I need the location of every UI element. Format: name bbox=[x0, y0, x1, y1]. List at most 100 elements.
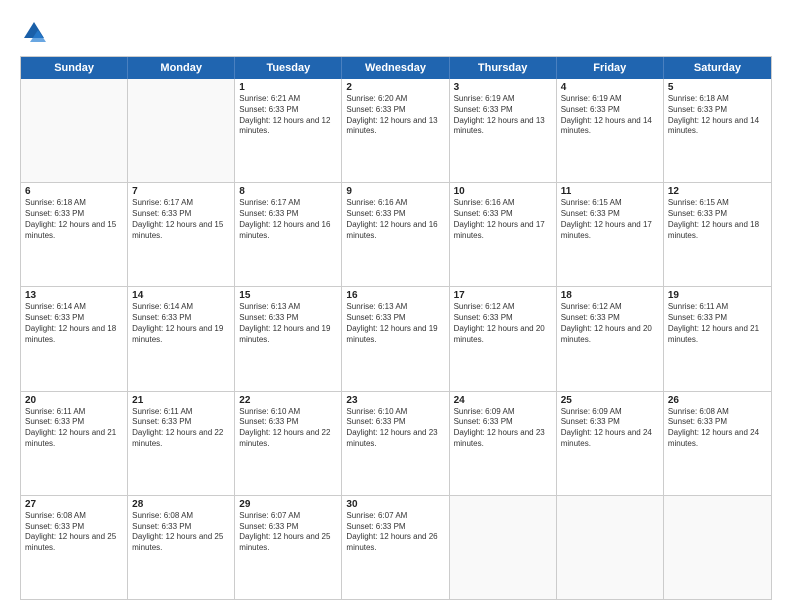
day-info: Sunrise: 6:11 AMSunset: 6:33 PMDaylight:… bbox=[668, 302, 767, 345]
calendar-cell: 8Sunrise: 6:17 AMSunset: 6:33 PMDaylight… bbox=[235, 183, 342, 286]
calendar-cell: 20Sunrise: 6:11 AMSunset: 6:33 PMDayligh… bbox=[21, 392, 128, 495]
day-number: 29 bbox=[239, 499, 337, 510]
day-info: Sunrise: 6:14 AMSunset: 6:33 PMDaylight:… bbox=[25, 302, 123, 345]
day-info: Sunrise: 6:11 AMSunset: 6:33 PMDaylight:… bbox=[25, 407, 123, 450]
calendar-cell: 21Sunrise: 6:11 AMSunset: 6:33 PMDayligh… bbox=[128, 392, 235, 495]
calendar-cell bbox=[21, 79, 128, 182]
day-number: 27 bbox=[25, 499, 123, 510]
calendar-cell: 3Sunrise: 6:19 AMSunset: 6:33 PMDaylight… bbox=[450, 79, 557, 182]
day-info: Sunrise: 6:07 AMSunset: 6:33 PMDaylight:… bbox=[239, 511, 337, 554]
calendar-cell: 24Sunrise: 6:09 AMSunset: 6:33 PMDayligh… bbox=[450, 392, 557, 495]
day-number: 19 bbox=[668, 290, 767, 301]
day-number: 30 bbox=[346, 499, 444, 510]
day-number: 10 bbox=[454, 186, 552, 197]
day-number: 11 bbox=[561, 186, 659, 197]
calendar-week-3: 13Sunrise: 6:14 AMSunset: 6:33 PMDayligh… bbox=[21, 287, 771, 391]
calendar-cell: 14Sunrise: 6:14 AMSunset: 6:33 PMDayligh… bbox=[128, 287, 235, 390]
day-info: Sunrise: 6:08 AMSunset: 6:33 PMDaylight:… bbox=[25, 511, 123, 554]
day-number: 14 bbox=[132, 290, 230, 301]
calendar-header-saturday: Saturday bbox=[664, 57, 771, 79]
calendar-header-friday: Friday bbox=[557, 57, 664, 79]
day-number: 21 bbox=[132, 395, 230, 406]
day-info: Sunrise: 6:15 AMSunset: 6:33 PMDaylight:… bbox=[668, 198, 767, 241]
calendar-cell bbox=[664, 496, 771, 599]
day-number: 5 bbox=[668, 82, 767, 93]
day-number: 23 bbox=[346, 395, 444, 406]
day-info: Sunrise: 6:10 AMSunset: 6:33 PMDaylight:… bbox=[239, 407, 337, 450]
calendar-cell: 19Sunrise: 6:11 AMSunset: 6:33 PMDayligh… bbox=[664, 287, 771, 390]
day-info: Sunrise: 6:16 AMSunset: 6:33 PMDaylight:… bbox=[346, 198, 444, 241]
day-info: Sunrise: 6:18 AMSunset: 6:33 PMDaylight:… bbox=[668, 94, 767, 137]
day-number: 18 bbox=[561, 290, 659, 301]
calendar-cell: 4Sunrise: 6:19 AMSunset: 6:33 PMDaylight… bbox=[557, 79, 664, 182]
day-info: Sunrise: 6:09 AMSunset: 6:33 PMDaylight:… bbox=[561, 407, 659, 450]
day-number: 4 bbox=[561, 82, 659, 93]
calendar: SundayMondayTuesdayWednesdayThursdayFrid… bbox=[20, 56, 772, 600]
day-number: 1 bbox=[239, 82, 337, 93]
calendar-cell: 23Sunrise: 6:10 AMSunset: 6:33 PMDayligh… bbox=[342, 392, 449, 495]
day-number: 28 bbox=[132, 499, 230, 510]
day-info: Sunrise: 6:11 AMSunset: 6:33 PMDaylight:… bbox=[132, 407, 230, 450]
day-number: 9 bbox=[346, 186, 444, 197]
calendar-header-thursday: Thursday bbox=[450, 57, 557, 79]
day-info: Sunrise: 6:08 AMSunset: 6:33 PMDaylight:… bbox=[132, 511, 230, 554]
day-info: Sunrise: 6:21 AMSunset: 6:33 PMDaylight:… bbox=[239, 94, 337, 137]
day-number: 8 bbox=[239, 186, 337, 197]
calendar-cell: 9Sunrise: 6:16 AMSunset: 6:33 PMDaylight… bbox=[342, 183, 449, 286]
calendar-week-1: 1Sunrise: 6:21 AMSunset: 6:33 PMDaylight… bbox=[21, 79, 771, 183]
day-number: 20 bbox=[25, 395, 123, 406]
calendar-cell: 6Sunrise: 6:18 AMSunset: 6:33 PMDaylight… bbox=[21, 183, 128, 286]
day-info: Sunrise: 6:18 AMSunset: 6:33 PMDaylight:… bbox=[25, 198, 123, 241]
day-number: 3 bbox=[454, 82, 552, 93]
calendar-week-2: 6Sunrise: 6:18 AMSunset: 6:33 PMDaylight… bbox=[21, 183, 771, 287]
day-info: Sunrise: 6:17 AMSunset: 6:33 PMDaylight:… bbox=[239, 198, 337, 241]
calendar-cell: 27Sunrise: 6:08 AMSunset: 6:33 PMDayligh… bbox=[21, 496, 128, 599]
day-info: Sunrise: 6:13 AMSunset: 6:33 PMDaylight:… bbox=[239, 302, 337, 345]
day-info: Sunrise: 6:10 AMSunset: 6:33 PMDaylight:… bbox=[346, 407, 444, 450]
calendar-cell bbox=[128, 79, 235, 182]
day-number: 7 bbox=[132, 186, 230, 197]
calendar-cell: 1Sunrise: 6:21 AMSunset: 6:33 PMDaylight… bbox=[235, 79, 342, 182]
day-info: Sunrise: 6:09 AMSunset: 6:33 PMDaylight:… bbox=[454, 407, 552, 450]
calendar-cell: 22Sunrise: 6:10 AMSunset: 6:33 PMDayligh… bbox=[235, 392, 342, 495]
calendar-cell: 7Sunrise: 6:17 AMSunset: 6:33 PMDaylight… bbox=[128, 183, 235, 286]
calendar-cell: 12Sunrise: 6:15 AMSunset: 6:33 PMDayligh… bbox=[664, 183, 771, 286]
day-number: 12 bbox=[668, 186, 767, 197]
calendar-body: 1Sunrise: 6:21 AMSunset: 6:33 PMDaylight… bbox=[21, 79, 771, 599]
calendar-cell: 28Sunrise: 6:08 AMSunset: 6:33 PMDayligh… bbox=[128, 496, 235, 599]
day-number: 6 bbox=[25, 186, 123, 197]
day-number: 25 bbox=[561, 395, 659, 406]
calendar-header-sunday: Sunday bbox=[21, 57, 128, 79]
calendar-cell: 26Sunrise: 6:08 AMSunset: 6:33 PMDayligh… bbox=[664, 392, 771, 495]
day-info: Sunrise: 6:08 AMSunset: 6:33 PMDaylight:… bbox=[668, 407, 767, 450]
day-number: 24 bbox=[454, 395, 552, 406]
calendar-cell: 17Sunrise: 6:12 AMSunset: 6:33 PMDayligh… bbox=[450, 287, 557, 390]
logo-icon bbox=[20, 18, 48, 46]
day-number: 15 bbox=[239, 290, 337, 301]
calendar-cell: 16Sunrise: 6:13 AMSunset: 6:33 PMDayligh… bbox=[342, 287, 449, 390]
day-info: Sunrise: 6:19 AMSunset: 6:33 PMDaylight:… bbox=[561, 94, 659, 137]
header bbox=[20, 18, 772, 46]
calendar-cell: 18Sunrise: 6:12 AMSunset: 6:33 PMDayligh… bbox=[557, 287, 664, 390]
day-info: Sunrise: 6:19 AMSunset: 6:33 PMDaylight:… bbox=[454, 94, 552, 137]
day-info: Sunrise: 6:17 AMSunset: 6:33 PMDaylight:… bbox=[132, 198, 230, 241]
calendar-header-monday: Monday bbox=[128, 57, 235, 79]
day-number: 17 bbox=[454, 290, 552, 301]
calendar-cell: 29Sunrise: 6:07 AMSunset: 6:33 PMDayligh… bbox=[235, 496, 342, 599]
day-number: 2 bbox=[346, 82, 444, 93]
day-info: Sunrise: 6:20 AMSunset: 6:33 PMDaylight:… bbox=[346, 94, 444, 137]
calendar-cell: 5Sunrise: 6:18 AMSunset: 6:33 PMDaylight… bbox=[664, 79, 771, 182]
calendar-header-row: SundayMondayTuesdayWednesdayThursdayFrid… bbox=[21, 57, 771, 79]
page: SundayMondayTuesdayWednesdayThursdayFrid… bbox=[0, 0, 792, 612]
day-info: Sunrise: 6:12 AMSunset: 6:33 PMDaylight:… bbox=[454, 302, 552, 345]
calendar-cell: 15Sunrise: 6:13 AMSunset: 6:33 PMDayligh… bbox=[235, 287, 342, 390]
day-info: Sunrise: 6:07 AMSunset: 6:33 PMDaylight:… bbox=[346, 511, 444, 554]
day-info: Sunrise: 6:15 AMSunset: 6:33 PMDaylight:… bbox=[561, 198, 659, 241]
calendar-cell: 25Sunrise: 6:09 AMSunset: 6:33 PMDayligh… bbox=[557, 392, 664, 495]
day-number: 22 bbox=[239, 395, 337, 406]
calendar-cell: 13Sunrise: 6:14 AMSunset: 6:33 PMDayligh… bbox=[21, 287, 128, 390]
calendar-cell: 2Sunrise: 6:20 AMSunset: 6:33 PMDaylight… bbox=[342, 79, 449, 182]
calendar-week-4: 20Sunrise: 6:11 AMSunset: 6:33 PMDayligh… bbox=[21, 392, 771, 496]
day-number: 26 bbox=[668, 395, 767, 406]
calendar-header-wednesday: Wednesday bbox=[342, 57, 449, 79]
